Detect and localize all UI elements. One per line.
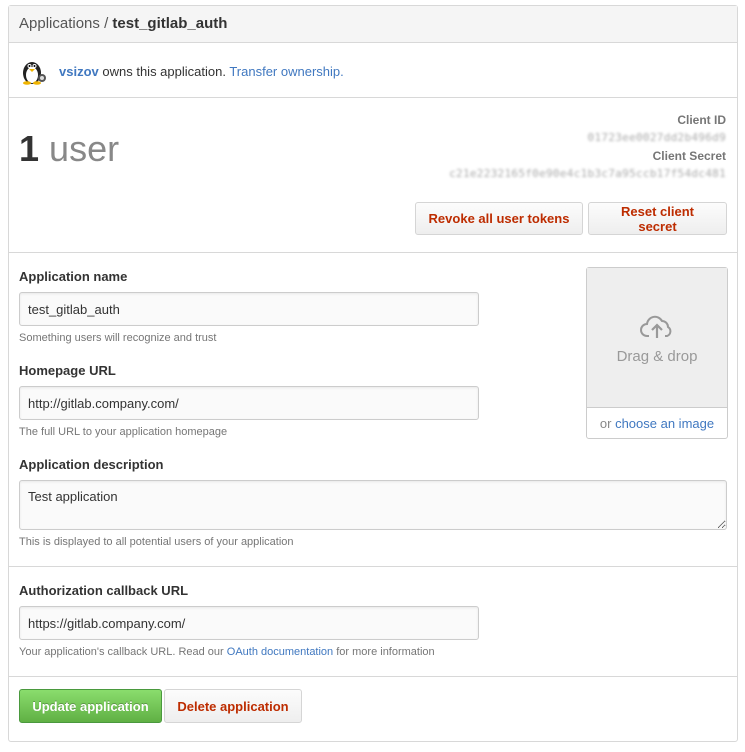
client-secret-value: c21e2232165f0e90e4c1b3c7a95ccb17f54dc481: [449, 167, 726, 180]
client-id-value: 01723ee0027dd2b496d9: [587, 131, 726, 144]
credentials-block: Client ID 01723ee0027dd2b496d9 Client Se…: [449, 111, 726, 183]
choose-image-row: or choose an image: [587, 416, 727, 431]
breadcrumb: Applications / test_gitlab_auth: [9, 6, 737, 43]
client-id-label: Client ID: [677, 113, 726, 127]
breadcrumb-applications-link[interactable]: Applications: [19, 15, 100, 32]
callback-url-note: Your application's callback URL. Read ou…: [19, 646, 435, 658]
callback-note-prefix: Your application's callback URL. Read ou…: [19, 646, 224, 658]
choose-image-link[interactable]: choose an image: [615, 416, 714, 431]
owner-row: vsizov owns this application. Transfer o…: [9, 43, 737, 98]
callback-note-suffix: for more information: [336, 646, 435, 658]
app-name-input[interactable]: [19, 292, 479, 326]
drag-drop-text: Drag & drop: [616, 348, 698, 365]
description-label: Application description: [19, 457, 164, 472]
delete-application-button[interactable]: Delete application: [164, 689, 302, 723]
logo-drop-area[interactable]: Drag & drop: [587, 268, 727, 408]
owner-username-link[interactable]: vsizov: [59, 64, 99, 79]
revoke-tokens-button[interactable]: Revoke all user tokens: [415, 202, 583, 235]
user-count-number: 1: [19, 128, 40, 169]
cloud-upload-icon: [640, 315, 672, 338]
application-settings-panel: Applications / test_gitlab_auth vsizov o…: [8, 5, 738, 742]
homepage-url-label: Homepage URL: [19, 363, 116, 378]
owner-text: vsizov owns this application. Transfer o…: [59, 64, 344, 79]
oauth-documentation-link[interactable]: OAuth documentation: [227, 646, 333, 658]
logo-upload-box: Drag & drop or choose an image: [586, 267, 728, 439]
application-form: Application name Something users will re…: [9, 253, 737, 567]
user-count-label: user: [49, 128, 120, 169]
callback-section: Authorization callback URL Your applicat…: [9, 567, 737, 677]
reset-secret-button[interactable]: Reset client secret: [588, 202, 727, 235]
update-application-button[interactable]: Update application: [19, 689, 162, 723]
app-name-label: Application name: [19, 269, 128, 284]
transfer-ownership-link[interactable]: Transfer ownership.: [229, 64, 343, 79]
description-note: This is displayed to all potential users…: [19, 536, 294, 548]
form-actions: Update application Delete application: [9, 677, 737, 737]
callback-url-input[interactable]: [19, 606, 479, 640]
callback-url-label: Authorization callback URL: [19, 583, 189, 598]
homepage-url-note: The full URL to your application homepag…: [19, 426, 228, 438]
avatar: [23, 62, 46, 85]
homepage-url-input[interactable]: [19, 386, 479, 420]
client-secret-label: Client Secret: [652, 149, 726, 163]
owner-owns-text: owns this application.: [102, 64, 226, 79]
or-text: or: [599, 416, 612, 431]
user-count: 1 user: [19, 128, 119, 170]
description-textarea[interactable]: Test application: [19, 480, 727, 530]
breadcrumb-current: test_gitlab_auth: [112, 15, 228, 32]
app-name-note: Something users will recognize and trust: [19, 332, 217, 344]
breadcrumb-separator: /: [104, 15, 109, 32]
stats-section: 1 user Client ID 01723ee0027dd2b496d9 Cl…: [9, 98, 737, 253]
